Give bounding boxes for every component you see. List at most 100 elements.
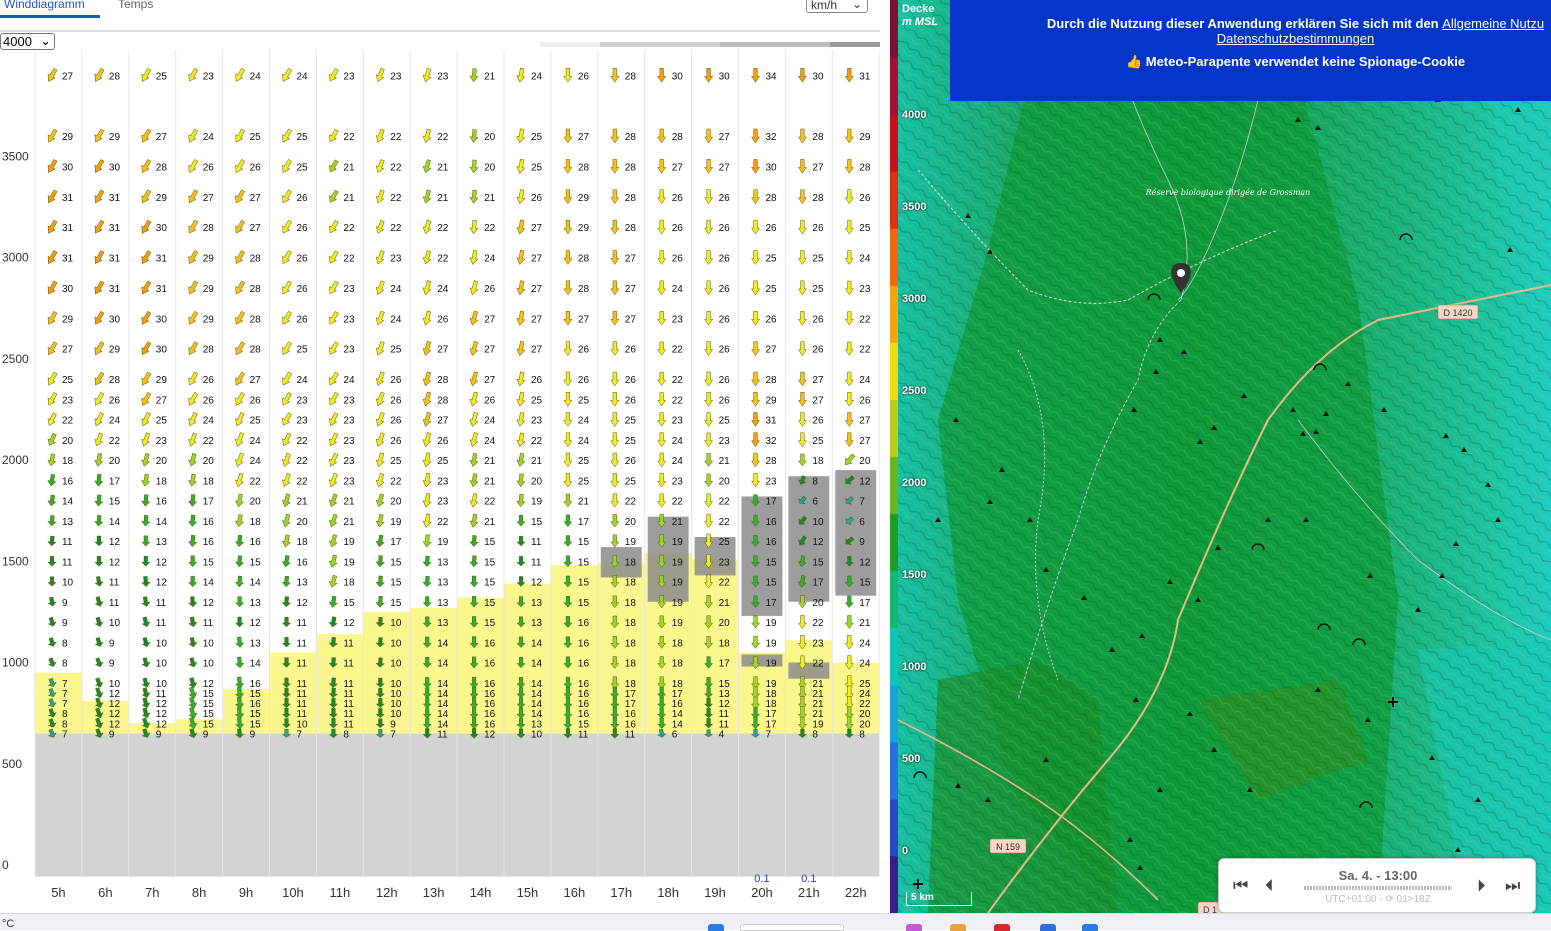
- wind-arrow-shape: [797, 280, 807, 296]
- wind-speed-label: 15: [578, 537, 590, 548]
- wind-arrow-shape: [610, 514, 620, 528]
- terms-link[interactable]: Allgemeine Nutzu: [1442, 16, 1544, 31]
- skip-last-icon[interactable]: ⏭: [1505, 876, 1520, 896]
- wind-arrow-shape: [282, 250, 292, 264]
- wind-speed-label: 30: [719, 71, 731, 82]
- wind-speed-label: 22: [812, 618, 824, 629]
- wind-speed-label: 21: [343, 517, 355, 528]
- wind-speed-label: 31: [62, 193, 74, 204]
- wind-arrow: [141, 616, 151, 628]
- map-scale-label: 1500: [902, 569, 927, 581]
- wind-arrow-shape: [47, 657, 57, 667]
- map-scale-label: 4000: [902, 109, 927, 121]
- step-forward-icon[interactable]: ⏵: [1477, 876, 1486, 896]
- wind-arrow-shape: [797, 432, 807, 448]
- wind-speed-label: 22: [297, 456, 309, 467]
- wind-arrow: [844, 311, 854, 326]
- wind-arrow-shape: [282, 412, 292, 426]
- wind-speed-label: 23: [672, 416, 684, 427]
- wind-arrow: [188, 189, 199, 204]
- wind-speed-label: 20: [109, 456, 121, 467]
- wind-arrow-shape: [469, 280, 479, 296]
- wind-arrow: [469, 473, 479, 488]
- x-tick-label: 15h: [517, 885, 539, 900]
- wind-arrow-shape: [422, 452, 432, 468]
- wind-arrow: [235, 432, 245, 447]
- wind-arrow: [422, 189, 432, 204]
- wind-arrow-shape: [375, 452, 385, 468]
- wind-speed-label: 28: [766, 375, 778, 386]
- privacy-link[interactable]: Datenschutzbestimmungen: [1040, 31, 1551, 46]
- wind-arrow: [47, 453, 57, 467]
- wind-arrow-shape: [47, 280, 58, 295]
- time-slider[interactable]: [1304, 886, 1452, 890]
- wind-arrow: [563, 555, 573, 568]
- y-tick-label: 1000: [2, 656, 29, 670]
- wind-arrow: [188, 677, 198, 688]
- wind-arrow-shape: [235, 67, 246, 82]
- wind-arrow-shape: [94, 250, 105, 264]
- map-scale-label: 3000: [902, 293, 927, 305]
- wind-arrow-shape: [141, 515, 151, 527]
- map-view[interactable]: Réserve biologique dirigée de Grossman D…: [898, 0, 1551, 913]
- wind-arrow-shape: [375, 310, 385, 326]
- wind-speed-label: 16: [484, 659, 496, 670]
- wind-speed-label: 26: [578, 71, 590, 82]
- wind-speed-label: 21: [343, 193, 355, 204]
- altitude-select[interactable]: 4000 ⌄: [0, 33, 55, 50]
- wind-arrow: [422, 219, 432, 234]
- boundary-layer: [316, 634, 364, 734]
- wind-arrow: [141, 697, 151, 709]
- wind-speed-label: 11: [62, 557, 73, 568]
- wind-speed-label: 23: [343, 456, 355, 467]
- wind-arrow: [797, 280, 807, 296]
- wind-speed-label: 15: [859, 578, 871, 589]
- wind-speed-label: 23: [343, 416, 355, 427]
- x-tick-label: 9h: [239, 885, 253, 900]
- wind-arrow: [422, 432, 432, 447]
- wind-arrow-shape: [797, 219, 807, 235]
- wind-speed-label: 22: [719, 578, 731, 589]
- wind-arrow-shape: [610, 128, 620, 144]
- wind-arrow: [375, 280, 385, 295]
- wind-arrow-shape: [141, 697, 151, 709]
- wind-speed-label: 14: [437, 659, 449, 670]
- wind-speed-label: 18: [625, 557, 637, 568]
- map-canvas[interactable]: Réserve biologique dirigée de Grossman D…: [898, 0, 1551, 913]
- wind-arrow: [329, 311, 339, 325]
- wind-speed-label: 21: [437, 162, 449, 173]
- wind-speed-label: 24: [531, 71, 543, 82]
- wind-speed-label: 23: [719, 436, 731, 447]
- wind-speed-label: 29: [203, 284, 215, 295]
- wind-arrow-shape: [94, 341, 105, 356]
- wind-arrow-shape: [516, 493, 526, 508]
- map-scale-label: 500: [902, 753, 921, 765]
- wind-speed-label: 22: [859, 314, 871, 325]
- wind-arrow-shape: [235, 473, 244, 488]
- wind-speed-label: 9: [250, 729, 256, 740]
- wind-speed-label: 24: [578, 416, 590, 427]
- wind-arrow: [375, 189, 385, 204]
- wind-arrow-shape: [235, 371, 246, 386]
- wind-arrow: [844, 250, 854, 265]
- wind-speed-label: 30: [109, 314, 121, 325]
- wind-arrow: [516, 310, 526, 326]
- wind-speed-label: 30: [812, 71, 824, 82]
- wind-arrow-shape: [563, 341, 573, 357]
- wind-arrow-shape: [797, 412, 807, 427]
- wind-arrow: [751, 128, 760, 144]
- wind-speed-label: 26: [719, 314, 731, 325]
- wind-speed-label: 22: [437, 132, 449, 143]
- cloud-cover-bar: [600, 42, 720, 47]
- wind-arrow-shape: [563, 432, 573, 448]
- wind-arrow-shape: [329, 412, 339, 427]
- wind-speed-label: 21: [343, 497, 355, 508]
- wind-arrow: [844, 159, 854, 174]
- wind-speed-label: 13: [437, 578, 449, 589]
- color-scale-step: [890, 171, 898, 229]
- wind-arrow: [94, 453, 104, 467]
- wind-speed-label: 22: [531, 436, 543, 447]
- wind-arrow-shape: [422, 534, 432, 548]
- wind-arrow-shape: [516, 391, 526, 407]
- wind-speed-label: 27: [531, 314, 543, 325]
